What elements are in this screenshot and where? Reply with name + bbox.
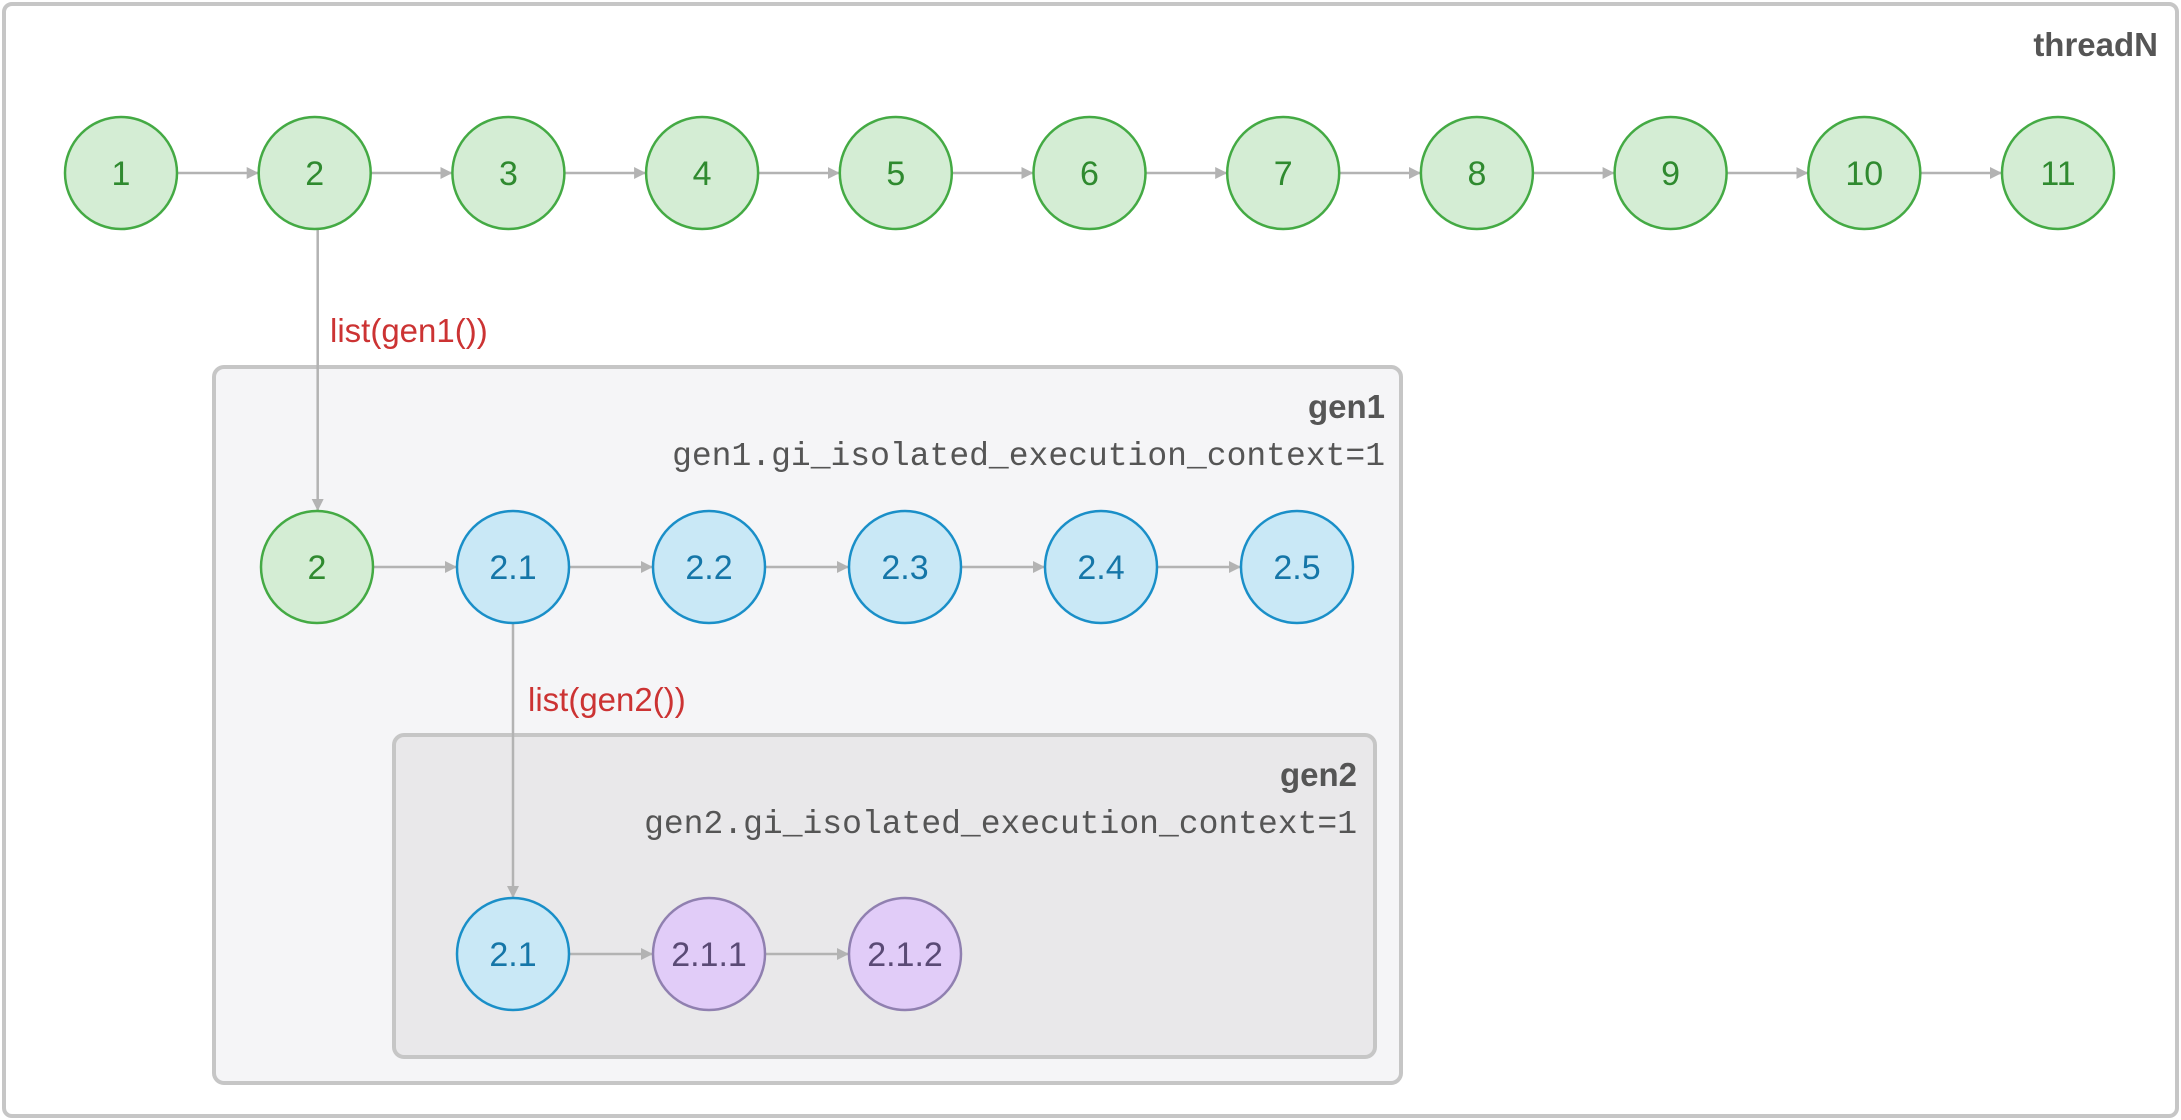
gen1-node-0-label: 2: [308, 549, 327, 587]
thread-node-10: 10: [1807, 115, 1922, 231]
thread-node-10-label: 10: [1845, 155, 1883, 193]
thread-node-8: 8: [1419, 115, 1535, 231]
gen1-node-5-label: 2.5: [1273, 549, 1320, 587]
gen1-node-2-label: 2.2: [685, 549, 732, 587]
thread-title: threadN: [2033, 26, 2158, 63]
gen2-node-1-label: 2.1.1: [671, 936, 747, 974]
thread-node-2-label: 2: [305, 155, 324, 193]
thread-node-5: 5: [838, 115, 954, 231]
gen1-node-3: 2.3: [847, 509, 963, 625]
gen1-node-1: 2.1: [455, 509, 571, 625]
gen2-node-1: 2.1.1: [651, 896, 767, 1012]
thread-node-5-label: 5: [886, 155, 905, 193]
gen2-node-0: 2.1: [455, 896, 571, 1012]
gen1-node-5: 2.5: [1239, 509, 1355, 625]
thread-node-6: 6: [1032, 115, 1147, 231]
thread-node-9-label: 9: [1661, 155, 1680, 193]
gen1-node-0: 2: [259, 509, 375, 625]
gen1-node-3-label: 2.3: [881, 549, 928, 587]
thread-node-9: 9: [1613, 115, 1728, 231]
gen1-call-label: list(gen1()): [330, 312, 488, 349]
thread-node-3-label: 3: [499, 155, 518, 193]
gen2-node-2-label: 2.1.2: [867, 936, 943, 974]
thread-node-7-label: 7: [1274, 155, 1293, 193]
thread-node-8-label: 8: [1467, 155, 1486, 193]
gen1-node-4: 2.4: [1043, 509, 1159, 625]
thread-node-3: 3: [451, 115, 566, 231]
thread-node-4: 4: [644, 115, 760, 231]
gen2-node-0-label: 2.1: [489, 936, 536, 974]
thread-node-1: 1: [63, 115, 179, 231]
thread-node-11: 11: [2000, 115, 2116, 231]
gen2-context: gen2.gi_isolated_execution_context=1: [644, 806, 1357, 843]
gen2-call-label: list(gen2()): [528, 681, 686, 718]
gen1-node-4-label: 2.4: [1077, 549, 1124, 587]
thread-node-6-label: 6: [1080, 155, 1099, 193]
thread-node-1-label: 1: [112, 155, 131, 193]
thread-node-4-label: 4: [693, 155, 712, 193]
thread-node-11-label: 11: [2040, 155, 2075, 193]
gen2-title: gen2: [1280, 756, 1357, 793]
gen2-box: [392, 733, 1377, 1059]
gen1-node-1-label: 2.1: [489, 549, 536, 587]
thread-node-7: 7: [1225, 115, 1341, 231]
gen1-context: gen1.gi_isolated_execution_context=1: [672, 438, 1385, 475]
gen1-node-2: 2.2: [651, 509, 767, 625]
thread-node-2: 2: [257, 115, 372, 231]
generator-context-diagram: threadN gen1 gen1.gi_isolated_execution_…: [2, 2, 2179, 1118]
gen2-node-2: 2.1.2: [847, 896, 963, 1012]
gen1-title: gen1: [1308, 388, 1385, 425]
